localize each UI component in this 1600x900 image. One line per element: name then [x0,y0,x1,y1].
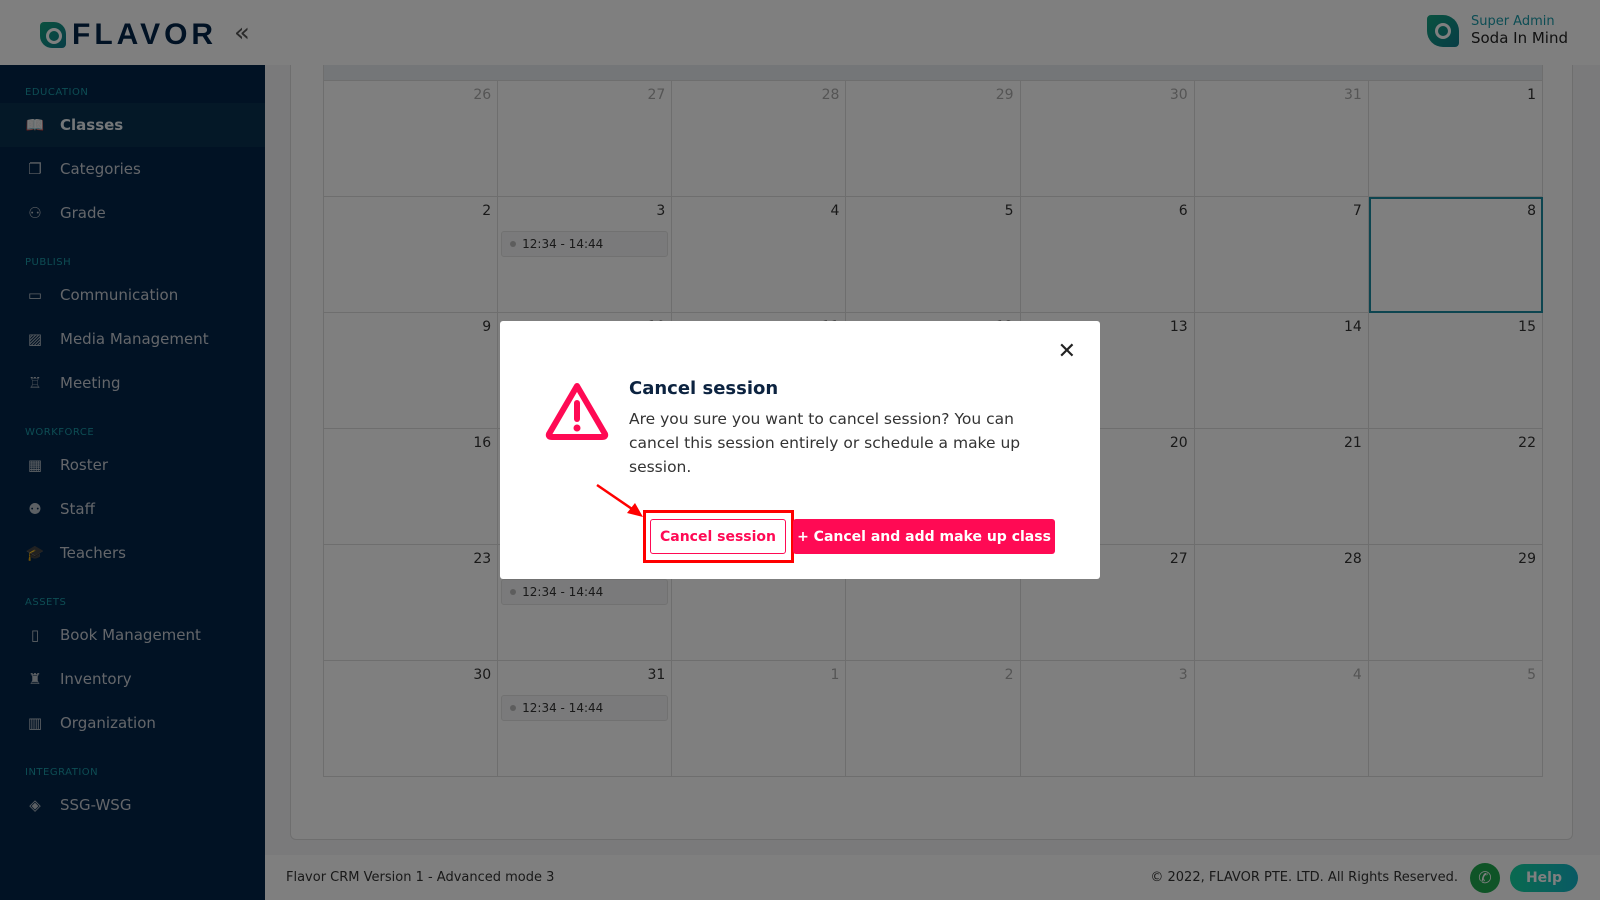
cancel-session-dialog: ✕ Cancel session Are you sure you want t… [500,321,1100,579]
dialog-title: Cancel session [629,378,779,399]
dialog-message: Are you sure you want to cancel session?… [629,410,1021,476]
close-icon[interactable]: ✕ [1058,339,1076,364]
annotation-arrow-icon [596,483,643,517]
warning-icon [545,383,609,440]
cancel-session-button[interactable]: Cancel session [650,519,786,554]
cancel-and-add-makeup-button[interactable]: + Cancel and add make up class [793,519,1055,554]
